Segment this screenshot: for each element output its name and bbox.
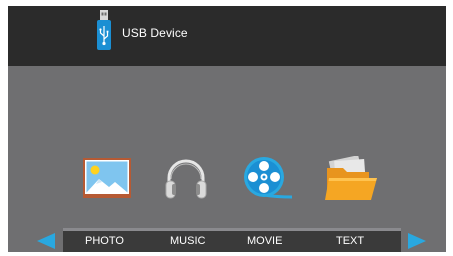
header-bar: USB Device bbox=[8, 6, 446, 66]
film-reel-icon[interactable] bbox=[242, 155, 294, 201]
menu-item-text[interactable]: TEXT bbox=[336, 235, 364, 247]
menu-item-music[interactable]: MUSIC bbox=[170, 235, 205, 247]
menu-item-photo[interactable]: PHOTO bbox=[85, 235, 124, 247]
photo-icon[interactable] bbox=[82, 157, 132, 199]
headphones-icon[interactable] bbox=[163, 155, 209, 201]
arrow-left-icon[interactable] bbox=[37, 233, 55, 249]
usb-media-browser: USB Device PHOTO MUSIC MOVIE TEXT bbox=[8, 6, 446, 252]
media-menu-bar: PHOTO MUSIC MOVIE TEXT bbox=[63, 228, 401, 252]
device-label: USB Device bbox=[122, 26, 188, 40]
menu-item-movie[interactable]: MOVIE bbox=[247, 235, 282, 247]
arrow-right-icon[interactable] bbox=[408, 233, 426, 249]
folder-icon[interactable] bbox=[325, 155, 379, 202]
